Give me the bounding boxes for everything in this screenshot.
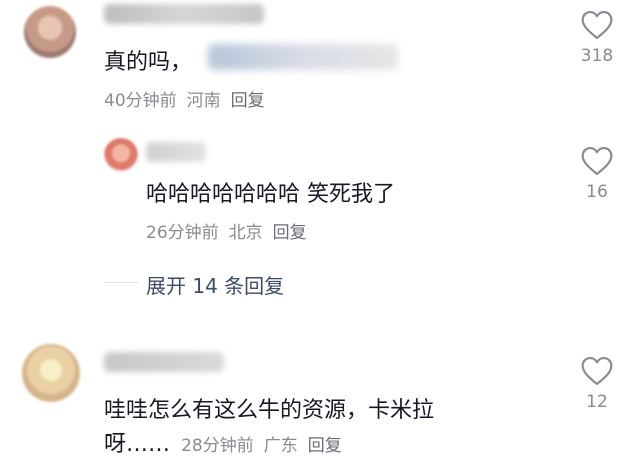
- like-button[interactable]: 318: [577, 10, 617, 66]
- comment-time: 40分钟前: [104, 91, 177, 111]
- heart-outline-icon: [581, 146, 613, 176]
- comment-text: 真的吗，: [104, 50, 193, 75]
- expand-divider: [104, 282, 138, 283]
- username-blurred[interactable]: [146, 142, 206, 162]
- like-count: 318: [580, 46, 614, 66]
- expand-replies-button[interactable]: 展开 14 条回复: [146, 270, 284, 299]
- reply-button[interactable]: 回复: [273, 223, 307, 243]
- heart-outline-icon: [581, 10, 613, 40]
- heart-outline-icon: [581, 356, 613, 386]
- comment-location: 广东: [263, 436, 298, 456]
- comment-text-continued: 呀…… 28分钟前 广东 回复: [104, 426, 342, 458]
- comment-text-line2: 呀……: [104, 432, 171, 457]
- comment-meta: 40分钟前 河南 回复: [104, 86, 265, 111]
- like-button[interactable]: 16: [577, 146, 617, 202]
- avatar[interactable]: [104, 138, 138, 172]
- comment-text: 哇哇怎么有这么牛的资源，卡米拉: [104, 398, 435, 423]
- like-count: 16: [586, 182, 608, 202]
- username-blurred[interactable]: [104, 352, 224, 372]
- username-blurred[interactable]: [104, 4, 264, 24]
- comment-location: 河南: [186, 91, 221, 111]
- comment-meta: 28分钟前 广东 回复: [181, 436, 342, 456]
- like-count: 12: [586, 392, 608, 412]
- comment-time: 26分钟前: [146, 223, 219, 243]
- comment-text: 哈哈哈哈哈哈哈 笑死我了: [146, 182, 395, 207]
- avatar[interactable]: [24, 6, 76, 58]
- comment-location: 北京: [228, 223, 263, 243]
- mention-blurred[interactable]: [208, 44, 398, 70]
- reply-button[interactable]: 回复: [308, 436, 342, 456]
- comment-meta: 26分钟前 北京 回复: [146, 218, 307, 243]
- avatar[interactable]: [22, 344, 80, 402]
- like-button[interactable]: 12: [577, 356, 617, 412]
- reply-button[interactable]: 回复: [231, 91, 265, 111]
- comment-time: 28分钟前: [181, 436, 254, 456]
